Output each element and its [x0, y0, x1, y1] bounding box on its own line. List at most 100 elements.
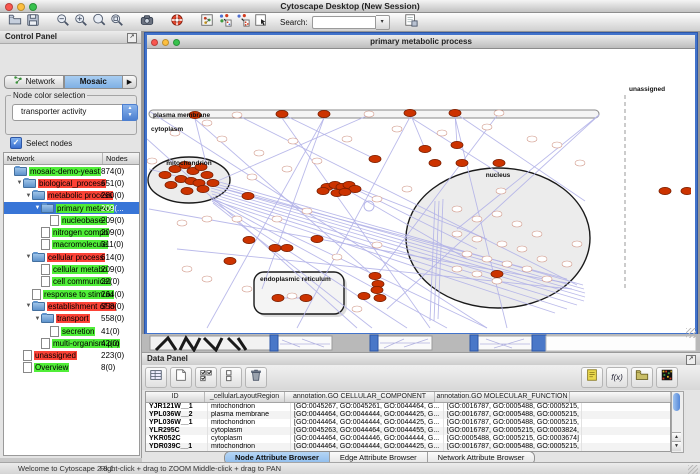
search-dropdown-button[interactable]: ▾ [376, 15, 390, 30]
network-node[interactable] [352, 306, 362, 312]
attribute-table-header[interactable]: ID_cellularLayoutRegionannotation.GO CEL… [146, 392, 670, 403]
network-node[interactable] [496, 188, 506, 194]
network-node[interactable] [517, 246, 527, 252]
tree-item-response-to-stimulu[interactable]: response to stimulu264(0) [4, 288, 139, 300]
network-node[interactable] [492, 211, 502, 217]
tree-item-establishment-of-lo[interactable]: ▼establishment of lo558(0) [4, 300, 139, 312]
tree-item-cellular-metabo[interactable]: cellular metabo209(0) [4, 263, 139, 275]
network-manager-button[interactable] [198, 14, 216, 30]
frame-resize-grip[interactable] [686, 328, 696, 338]
network-node-selected[interactable] [197, 185, 209, 192]
minimize-window-button[interactable] [17, 3, 25, 11]
zoom-selected-button[interactable] [108, 14, 126, 30]
network-node[interactable] [177, 220, 187, 226]
network-node-selected[interactable] [159, 171, 171, 178]
zoom-fit-button[interactable] [90, 14, 108, 30]
network-node-selected[interactable] [371, 286, 383, 293]
network-node[interactable] [202, 120, 212, 126]
snapshot-button[interactable] [138, 14, 156, 30]
network-frame-titlebar[interactable]: primary metabolic process [147, 35, 695, 49]
network-node-selected[interactable] [243, 236, 255, 243]
delete-attribute-button[interactable] [245, 367, 267, 388]
float-panel-icon[interactable]: ↗ [127, 33, 137, 43]
network-node[interactable] [288, 138, 298, 144]
network-node[interactable] [472, 236, 482, 242]
network-node-selected[interactable] [429, 159, 441, 166]
scroll-down-button[interactable]: ▼ [672, 441, 681, 451]
tree-item-macromolecule[interactable]: macromolecule311(0) [4, 239, 139, 251]
network-node-selected[interactable] [491, 270, 503, 277]
network-node[interactable] [202, 216, 212, 222]
network-node[interactable] [247, 174, 257, 180]
table-row[interactable]: YPL036W__2plasma membrane[GO:0044464, GO… [146, 411, 670, 419]
network-node-selected[interactable] [374, 294, 386, 301]
close-window-button[interactable] [5, 3, 13, 11]
tab-network[interactable]: Network [4, 75, 64, 89]
network-node-selected[interactable] [201, 171, 213, 178]
network-node-selected[interactable] [276, 110, 288, 117]
tree-item-multi-organism-pro[interactable]: multi-organism pro42(0) [4, 337, 139, 349]
network-node-selected[interactable] [681, 187, 691, 194]
network-node[interactable] [482, 256, 492, 262]
network-node-selected[interactable] [451, 141, 463, 148]
network-edge[interactable] [282, 114, 375, 159]
network-node-selected[interactable] [317, 187, 329, 194]
tree-item-secretion[interactable]: secretion41(0) [4, 325, 139, 337]
network-node-selected[interactable] [224, 257, 236, 264]
network-node[interactable] [527, 136, 537, 142]
tree-item-biological-process[interactable]: ▼biological_process651(0) [4, 177, 139, 189]
tree-item-cell-communicat[interactable]: cell communicat22(0) [4, 276, 139, 288]
network-node[interactable] [342, 136, 352, 142]
help-button[interactable] [168, 14, 186, 30]
network-node[interactable] [437, 130, 447, 136]
network-node[interactable] [537, 256, 547, 262]
network-frame[interactable]: primary metabolic process plasma membran… [145, 33, 697, 335]
window-resize-grip[interactable] [688, 465, 698, 474]
network-node[interactable] [372, 196, 382, 202]
network-node[interactable] [402, 186, 412, 192]
configure-attributes-button[interactable] [402, 14, 420, 30]
import-attributes-button[interactable] [631, 367, 653, 388]
network-node-selected[interactable] [358, 292, 370, 299]
network-node-selected[interactable] [493, 159, 505, 166]
network-node[interactable] [182, 266, 192, 272]
network-tree-header[interactable]: Network Nodes [4, 153, 139, 165]
tree-header-nodes[interactable]: Nodes [103, 153, 128, 164]
network-node[interactable] [372, 242, 382, 248]
node-color-dropdown[interactable]: transporter activity ▲▼ [12, 104, 138, 121]
network-node[interactable] [552, 142, 562, 148]
network-node[interactable] [522, 266, 532, 272]
network-node[interactable] [532, 231, 542, 237]
expand-arrow-icon[interactable]: ▼ [34, 205, 41, 211]
network-node-selected[interactable] [369, 155, 381, 162]
layout-a-button[interactable] [216, 14, 234, 30]
table-row[interactable]: YJR121W__1mitochondrion[GO:0045267, GO:0… [146, 403, 670, 411]
tab-mosaic[interactable]: Mosaic [64, 75, 124, 89]
network-node-selected[interactable] [659, 187, 671, 194]
network-node-selected[interactable] [318, 110, 330, 117]
network-edge[interactable] [195, 119, 377, 279]
expand-arrow-icon[interactable]: ▼ [25, 303, 32, 309]
zoom-out-button[interactable] [54, 14, 72, 30]
network-node-selected[interactable] [300, 294, 312, 301]
network-node[interactable] [482, 124, 492, 130]
open-file-button[interactable] [6, 14, 24, 30]
layout-b-button[interactable] [234, 14, 252, 30]
table-row[interactable]: YLR295Ccytoplasm[GO:0045263, GO:0044464,… [146, 427, 670, 435]
expand-arrow-icon[interactable]: ▼ [25, 193, 32, 199]
network-node[interactable] [282, 166, 292, 172]
network-node[interactable] [472, 271, 482, 277]
label-button[interactable] [581, 367, 603, 388]
network-node[interactable] [452, 266, 462, 272]
matrix-view-button[interactable] [656, 367, 678, 388]
window-controls[interactable] [5, 3, 37, 11]
network-node[interactable] [492, 278, 502, 284]
network-node-selected[interactable] [269, 244, 281, 251]
column-header-annotation.GO MOLECULAR_FUNCTION[interactable]: annotation.GO MOLECULAR_FUNCTION [435, 392, 570, 402]
network-node[interactable] [502, 261, 512, 267]
tree-item-unassigned[interactable]: unassigned223(0) [4, 349, 139, 361]
unselect-attributes-button[interactable] [220, 367, 242, 388]
network-node[interactable] [272, 216, 282, 222]
network-node-selected[interactable] [242, 192, 254, 199]
network-node[interactable] [392, 126, 402, 132]
